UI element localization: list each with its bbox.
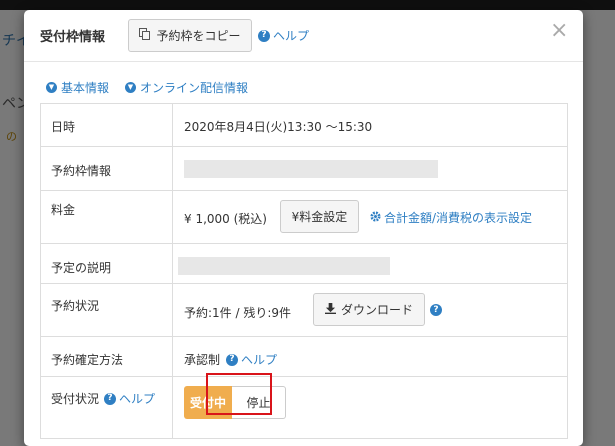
row-label: 予約確定方法 — [51, 353, 124, 367]
anchor-link-basic-info[interactable]: ▼ 基本情報 — [46, 79, 109, 96]
row-label: 予約枠情報 — [51, 164, 112, 178]
fee-settings-button[interactable]: ¥料金設定 — [280, 200, 359, 233]
confirmation-help-link[interactable]: ? ヘルプ — [226, 351, 277, 368]
table-row-description: 予定の説明 — [41, 244, 567, 284]
slot-info-modal: 受付枠情報 予約枠をコピー ? ヘルプ × ▼ 基本情報 ▼ オンライン配信情報… — [24, 10, 583, 446]
table-row-slot-info: 予約枠情報 — [41, 147, 567, 191]
row-label: 料金 — [51, 203, 76, 217]
modal-header: 受付枠情報 予約枠をコピー ? ヘルプ × — [24, 10, 583, 62]
tax-display-settings-label: 合計金額/消費税の表示設定 — [384, 211, 533, 225]
row-label-cell: 予約枠情報 — [41, 147, 173, 190]
datetime-value: 2020年8月4日(火)13:30 ～15:30 — [184, 120, 373, 134]
header-help-link[interactable]: ? ヘルプ — [258, 27, 309, 44]
question-icon: ? — [258, 29, 270, 42]
tax-display-settings-link[interactable]: 合計金額/消費税の表示設定 — [370, 209, 532, 226]
row-label-cell: 予約確定方法 — [41, 337, 173, 376]
help-label: ヘルプ — [273, 29, 310, 43]
anchor-link-label: 基本情報 — [61, 81, 110, 95]
acceptance-help-link[interactable]: ? ヘルプ — [104, 390, 155, 407]
close-icon[interactable]: × — [550, 20, 568, 42]
help-label: ヘルプ — [119, 392, 156, 406]
circle-down-icon: ▼ — [46, 82, 57, 93]
download-icon — [324, 302, 336, 317]
row-label: 受付状況 — [51, 392, 100, 406]
slot-info-table: 日時 2020年8月4日(火)13:30 ～15:30 予約枠情報 料金 ¥ 1… — [40, 103, 568, 439]
redacted-slot-info — [184, 160, 438, 178]
row-label-cell: 予約状況 — [41, 284, 173, 336]
modal-title: 受付枠情報 — [40, 30, 106, 45]
download-label: ダウンロード — [340, 303, 413, 317]
row-label: 日時 — [51, 120, 76, 134]
anchor-link-online-info[interactable]: ▼ オンライン配信情報 — [125, 79, 248, 96]
gear-icon — [370, 210, 381, 225]
question-icon[interactable]: ? — [430, 304, 442, 316]
copy-icon — [139, 28, 151, 43]
table-row-acceptance-status: 受付状況 ? ヘルプ 受付中 停止 — [41, 377, 567, 438]
copy-slot-button[interactable]: 予約枠をコピー — [128, 19, 252, 52]
row-label: 予約状況 — [51, 299, 100, 313]
table-row-confirmation-method: 予約確定方法 承認制 ? ヘルプ — [41, 337, 567, 377]
redacted-description — [178, 257, 390, 275]
row-label-cell: 日時 — [41, 104, 173, 146]
question-icon: ? — [104, 392, 116, 405]
row-label-cell: 受付状況 ? ヘルプ — [41, 377, 173, 438]
copy-slot-label: 予約枠をコピー — [156, 29, 241, 43]
download-button[interactable]: ダウンロード — [313, 293, 425, 326]
anchor-link-label: オンライン配信情報 — [140, 81, 249, 95]
table-row-datetime: 日時 2020年8月4日(火)13:30 ～15:30 — [41, 104, 567, 147]
help-label: ヘルプ — [241, 353, 278, 367]
question-icon: ? — [226, 353, 238, 366]
circle-down-icon: ▼ — [125, 82, 136, 93]
row-label-cell: 料金 — [41, 191, 173, 243]
confirmation-method-value: 承認制 — [184, 353, 221, 367]
row-label: 予定の説明 — [51, 261, 112, 275]
row-label-cell: 予定の説明 — [41, 244, 173, 283]
reservation-count: 予約:1件 / 残り:9件 — [184, 306, 292, 320]
table-row-reservation-status: 予約状況 予約:1件 / 残り:9件 ダウンロード ? — [41, 284, 567, 337]
fee-amount: ¥ 1,000 (税込) — [184, 212, 267, 226]
stop-button-highlight — [206, 373, 272, 415]
table-row-fee: 料金 ¥ 1,000 (税込) ¥料金設定 合計金額/消費税の表示設定 — [41, 191, 567, 244]
